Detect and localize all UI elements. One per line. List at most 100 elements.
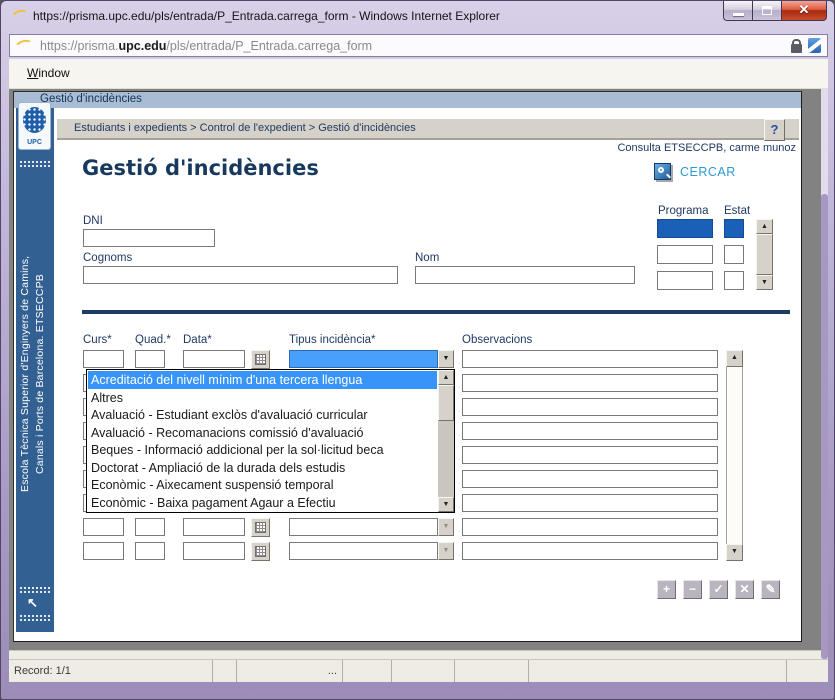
programa-field[interactable]: [657, 271, 713, 290]
status-ellipsis: ...: [237, 660, 343, 682]
quad-input[interactable]: [135, 542, 165, 560]
minimize-icon: [733, 13, 744, 16]
search-icon: [654, 163, 671, 180]
dropdown-scrollbar[interactable]: ▲ ▼: [438, 370, 454, 512]
dropdown-option[interactable]: Avaluació - Estudiant exclòs d'avaluació…: [88, 406, 437, 424]
observacions-input[interactable]: [462, 422, 718, 440]
tipus-label: Tipus incidència*: [289, 334, 376, 346]
dropdown-option[interactable]: Avaluació - Recomanacions comissió d'ava…: [88, 424, 437, 442]
scroll-down-icon[interactable]: ▼: [726, 544, 743, 561]
dropdown-option[interactable]: Econòmic - Baixa pagament Agaur a Efecti…: [88, 494, 437, 512]
student-scrollbar[interactable]: ▲ ▼: [756, 219, 773, 290]
applet-title: Gestió d'incidències: [40, 93, 142, 105]
estat-field[interactable]: [724, 245, 744, 264]
observacions-input[interactable]: [462, 350, 718, 368]
scroll-down-icon[interactable]: ▼: [756, 275, 773, 290]
address-bar: https://prisma.upc.edu/pls/entrada/P_Ent…: [1, 31, 835, 59]
dropdown-option[interactable]: Doctorat - Ampliació de la durada dels e…: [88, 459, 437, 477]
chevron-down-icon[interactable]: ▼: [438, 542, 454, 560]
scroll-up-icon[interactable]: ▲: [726, 350, 743, 367]
tipus-combo-field[interactable]: [289, 542, 438, 560]
chevron-down-icon[interactable]: ▼: [438, 350, 454, 368]
dropdown-option[interactable]: Beques - Informació addicional per la so…: [88, 441, 437, 459]
data-label: Data*: [183, 334, 212, 346]
ie-page-icon: [15, 38, 32, 54]
programa-field[interactable]: [657, 219, 713, 238]
tipus-combo[interactable]: ▼: [289, 542, 454, 560]
programa-field[interactable]: [657, 245, 713, 264]
status-segment: [343, 660, 392, 682]
upc-logo-icon: [23, 107, 46, 133]
help-button[interactable]: ?: [764, 119, 785, 141]
browser-window: https://prisma.upc.edu/pls/entrada/P_Ent…: [0, 0, 835, 700]
data-input[interactable]: [183, 350, 245, 368]
nom-label: Nom: [415, 252, 439, 264]
address-input[interactable]: https://prisma.upc.edu/pls/entrada/P_Ent…: [9, 34, 828, 57]
maximize-button[interactable]: [753, 1, 781, 21]
data-input[interactable]: [183, 542, 245, 560]
dropdown-option[interactable]: Econòmic - Aixecament suspensió temporal: [88, 476, 437, 494]
calendar-button[interactable]: [251, 350, 270, 369]
observacions-input[interactable]: [462, 446, 718, 464]
dropdown-option[interactable]: Altres: [88, 389, 437, 407]
status-segment: [529, 660, 787, 682]
programa-label: Programa: [658, 205, 709, 217]
observacions-input[interactable]: [462, 470, 718, 488]
tipus-combo[interactable]: ▼: [289, 518, 454, 536]
edit-button[interactable]: ✎: [761, 580, 780, 599]
cercar-button[interactable]: CERCAR: [654, 163, 774, 183]
calendar-icon: [255, 354, 266, 365]
status-segment: [213, 660, 237, 682]
chevron-down-icon[interactable]: ▼: [438, 518, 454, 536]
cognoms-label: Cognoms: [83, 252, 132, 264]
dni-input[interactable]: [83, 229, 215, 247]
close-button[interactable]: ✕: [781, 1, 827, 21]
delete-record-button[interactable]: −: [683, 580, 702, 599]
observacions-scrollbar[interactable]: ▲ ▼: [726, 350, 743, 561]
scroll-thumb[interactable]: [438, 385, 454, 421]
dropdown-option[interactable]: Acreditació del nivell mínim d'una terce…: [88, 371, 437, 389]
upc-logo: UPC: [18, 102, 51, 150]
observacions-input[interactable]: [462, 398, 718, 416]
quad-input[interactable]: [135, 350, 165, 368]
nom-input[interactable]: [415, 266, 635, 284]
scroll-thumb[interactable]: [756, 234, 773, 275]
observacions-input[interactable]: [462, 494, 718, 512]
calendar-button[interactable]: [251, 542, 270, 561]
quad-input[interactable]: [135, 518, 165, 536]
tipus-combo-field[interactable]: [289, 518, 438, 536]
tipus-dropdown-list: Acreditació del nivell mínim d'una terce…: [88, 371, 437, 511]
cognoms-input[interactable]: [83, 266, 398, 284]
calendar-button[interactable]: [251, 518, 270, 537]
minus-icon: −: [689, 582, 696, 596]
curs-input[interactable]: [83, 542, 124, 560]
pencil-icon: ✎: [765, 582, 775, 596]
estat-field[interactable]: [724, 271, 744, 290]
lock-icon: [791, 44, 802, 53]
minimize-button[interactable]: [723, 1, 753, 21]
cercar-label: CERCAR: [680, 165, 736, 179]
horizontal-scroll-strip[interactable]: [9, 650, 821, 659]
data-input[interactable]: [183, 518, 245, 536]
tipus-combo[interactable]: ▼: [289, 350, 454, 368]
scroll-down-icon[interactable]: ▼: [438, 497, 454, 512]
maximize-icon: [762, 6, 772, 15]
observacions-input[interactable]: [462, 542, 718, 560]
status-segment: [392, 660, 455, 682]
tipus-combo-field[interactable]: [289, 350, 438, 368]
estat-field[interactable]: [724, 219, 744, 238]
scroll-up-icon[interactable]: ▲: [756, 219, 773, 234]
scroll-up-icon[interactable]: ▲: [438, 370, 454, 385]
cancel-button[interactable]: ✕: [735, 580, 754, 599]
back-arrow-icon[interactable]: ↖: [27, 595, 38, 611]
menu-window[interactable]: Window: [27, 66, 70, 80]
page-scrollbar[interactable]: [821, 89, 828, 659]
curs-input[interactable]: [83, 350, 124, 368]
confirm-button[interactable]: ✓: [709, 580, 728, 599]
observacions-input[interactable]: [462, 518, 718, 536]
scroll-thumb[interactable]: [821, 194, 828, 659]
add-record-button[interactable]: +: [657, 580, 676, 599]
refresh-icon[interactable]: [808, 38, 821, 53]
curs-input[interactable]: [83, 518, 124, 536]
observacions-input[interactable]: [462, 374, 718, 392]
